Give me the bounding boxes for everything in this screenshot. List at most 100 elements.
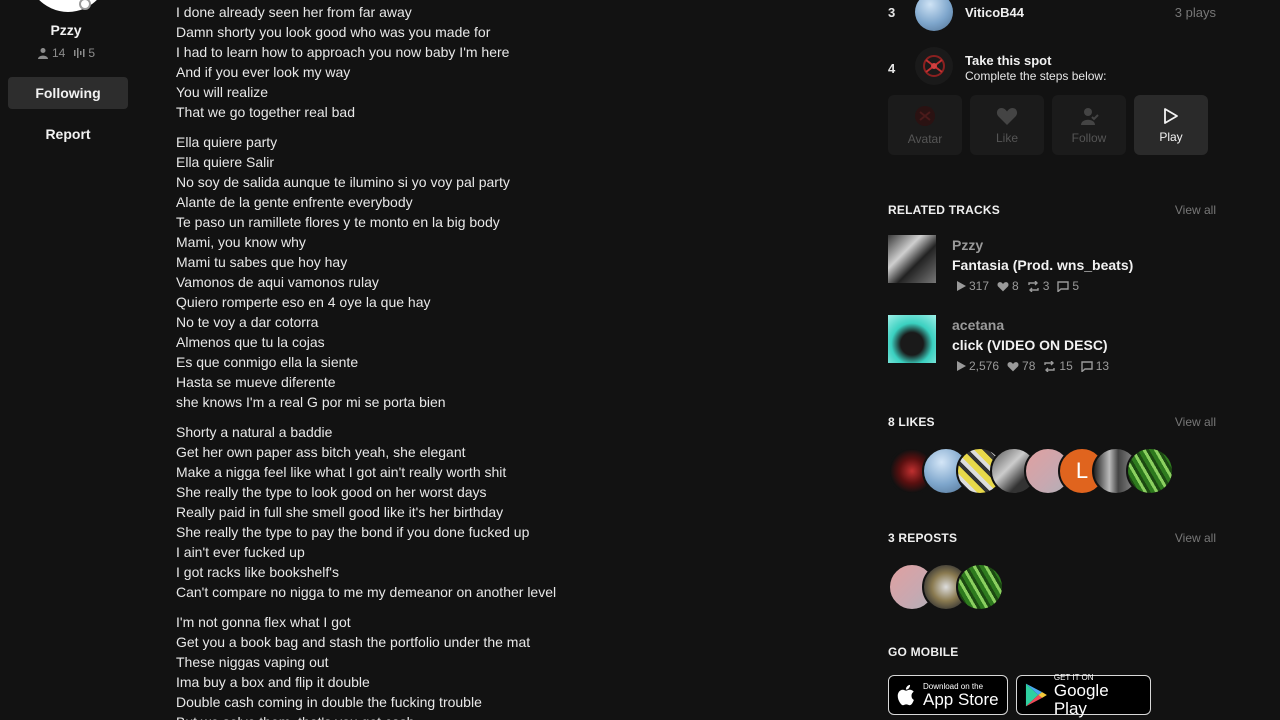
like-count-icon xyxy=(1007,361,1019,371)
take-spot-title: Take this spot xyxy=(965,53,1052,68)
following-button[interactable]: Following xyxy=(8,77,128,109)
repost-count-icon xyxy=(1044,360,1056,372)
waveform-icon xyxy=(74,48,85,58)
artist-name[interactable]: Pzzy xyxy=(0,22,132,38)
lyrics-stanza: Ella quiere party Ella quiere Salir No soy… xyxy=(176,132,816,412)
lyric-line: Vamonos de aqui vamonos rulay xyxy=(176,274,379,290)
comment-count-icon xyxy=(1057,280,1070,292)
lyric-line: Make a nigga feel like what I got ain't … xyxy=(176,464,507,480)
related-track[interactable]: Pzzy Fantasia (Prod. wns_beats) 317 8 3 … xyxy=(888,235,1216,299)
lyrics-stanza: Shorty a natural a baddie Get her own pap… xyxy=(176,422,816,602)
likes-view-all-link[interactable]: View all xyxy=(1175,415,1216,429)
lyric-line: I'm not gonna flex what I got xyxy=(176,614,351,630)
track-artist[interactable]: Pzzy xyxy=(952,237,983,253)
step-like: Like xyxy=(970,95,1044,155)
listener-avatar[interactable] xyxy=(915,0,953,31)
play-icon xyxy=(1164,107,1178,124)
play-count-icon xyxy=(957,361,966,371)
repost-count: 3 xyxy=(1042,279,1050,293)
artist-card: Pzzy 14 5 Following Report xyxy=(0,0,136,720)
lyric-line: She really the type to pay the bond if y… xyxy=(176,524,530,540)
lyric-line: she knows I'm a real G por mi se porta b… xyxy=(176,394,446,410)
artist-avatar[interactable] xyxy=(24,0,112,12)
step-follow: Follow xyxy=(1052,95,1126,155)
lyric-line: Mami, you know why xyxy=(176,234,306,250)
track-title[interactable]: Fantasia (Prod. wns_beats) xyxy=(952,257,1133,273)
reposts-title: 3 REPOSTS xyxy=(888,531,958,545)
step-label: Play xyxy=(1159,129,1183,144)
app-store-button[interactable]: Download on the App Store xyxy=(888,675,1008,715)
step-label: Avatar xyxy=(907,131,943,146)
lyric-line: No soy de salida aunque te ilumino si yo… xyxy=(176,174,510,190)
lyric-line: I ain't ever fucked up xyxy=(176,544,305,560)
related-track[interactable]: acetana click (VIDEO ON DESC) 2,576 78 1… xyxy=(888,315,1216,379)
rank-number: 4 xyxy=(888,61,896,76)
lyric-line: She really the type to look good on her … xyxy=(176,484,487,500)
report-button[interactable]: Report xyxy=(8,118,128,150)
lyrics-stanza: I'm not gonna flex what I got Get you a b… xyxy=(176,612,816,720)
heart-icon xyxy=(996,107,1018,125)
listener-name[interactable]: ViticoB44 xyxy=(965,5,1024,20)
followers-stat: 14 xyxy=(37,46,65,60)
lyric-line: Hasta se mueve diferente xyxy=(176,374,336,390)
go-mobile-title: GO MOBILE xyxy=(888,645,959,659)
related-tracks-title: RELATED TRACKS xyxy=(888,203,1000,217)
related-view-all-link[interactable]: View all xyxy=(1175,203,1216,217)
lyric-line: Double cash coming in double the fucking… xyxy=(176,694,482,710)
step-avatar: Avatar xyxy=(888,95,962,155)
play-count-icon xyxy=(957,281,966,291)
app-store-big-text: App Store xyxy=(923,689,999,709)
repost-count-icon xyxy=(1028,280,1039,292)
rank-number: 3 xyxy=(888,5,896,20)
track-artwork[interactable] xyxy=(888,315,936,363)
step-play[interactable]: Play xyxy=(1134,95,1208,155)
google-play-icon xyxy=(1025,683,1047,707)
lyric-line: Ella quiere Salir xyxy=(176,154,275,170)
track-stats: 2,576 78 15 13 xyxy=(956,359,1109,373)
google-play-big-text: Google Play xyxy=(1053,680,1109,718)
lyric-line: Shorty a natural a baddie xyxy=(176,424,333,440)
repost-user-avatar[interactable] xyxy=(956,563,1004,611)
like-count: 78 xyxy=(1022,359,1036,373)
lyric-line: But we solve them, that's you got cash xyxy=(176,712,816,720)
comment-count-icon xyxy=(1081,360,1093,372)
comment-count: 5 xyxy=(1072,279,1080,293)
lyric-line: I done already seen her from far away xyxy=(176,4,412,20)
lyric-line: Can't compare no nigga to me my demeanor… xyxy=(176,584,557,600)
step-label: Follow xyxy=(1071,130,1107,145)
track-stats: 317 8 3 5 xyxy=(956,279,1079,293)
lyric-line: I had to learn how to approach you now b… xyxy=(176,44,510,60)
likes-avatar-list: L xyxy=(888,447,1174,495)
lyric-line: Ella quiere party xyxy=(176,134,278,150)
verified-badge-icon xyxy=(79,0,91,10)
app-store-text: Download on the App Store xyxy=(923,682,999,709)
listener-plays: 3 plays xyxy=(1174,5,1216,20)
lyric-line: Get you a book bag and stash the portfol… xyxy=(176,634,531,650)
lyric-line: Damn shorty you look good who was you ma… xyxy=(176,24,491,40)
like-user-avatar[interactable] xyxy=(1126,447,1174,495)
lyric-line: You will realize xyxy=(176,84,269,100)
top-listener-row[interactable]: 3 ViticoB44 3 plays xyxy=(888,0,1216,45)
reposts-avatar-list xyxy=(888,563,1004,611)
lyrics-body: I done already seen her from far away Dam… xyxy=(176,2,816,720)
lyric-line: And if you ever look my way xyxy=(176,64,351,80)
lyric-line: No te voy a dar cotorra xyxy=(176,314,319,330)
like-count: 8 xyxy=(1012,279,1019,293)
lyric-line: These niggas vaping out xyxy=(176,654,329,670)
artist-stats: 14 5 xyxy=(0,46,132,60)
track-title[interactable]: click (VIDEO ON DESC) xyxy=(952,337,1108,353)
avatar-letter: L xyxy=(1075,458,1089,483)
tracks-stat: 5 xyxy=(73,46,95,60)
track-artist[interactable]: acetana xyxy=(952,317,1004,333)
lyric-line: Te paso un ramillete flores y te monto e… xyxy=(176,214,500,230)
followers-count: 14 xyxy=(51,46,66,60)
lyric-line: Ima buy a box and flip it double xyxy=(176,674,370,690)
play-count: 2,576 xyxy=(969,359,1000,373)
lyric-line: Almenos que tu la cojas xyxy=(176,334,325,350)
lyric-line: Alante de la gente enfrente everybody xyxy=(176,194,413,210)
track-artwork[interactable] xyxy=(888,235,936,283)
google-play-button[interactable]: GET IT ON Google Play xyxy=(1016,673,1151,718)
play-count: 317 xyxy=(969,279,990,293)
lyric-line: That we go together real bad xyxy=(176,104,356,120)
reposts-view-all-link[interactable]: View all xyxy=(1175,531,1216,545)
